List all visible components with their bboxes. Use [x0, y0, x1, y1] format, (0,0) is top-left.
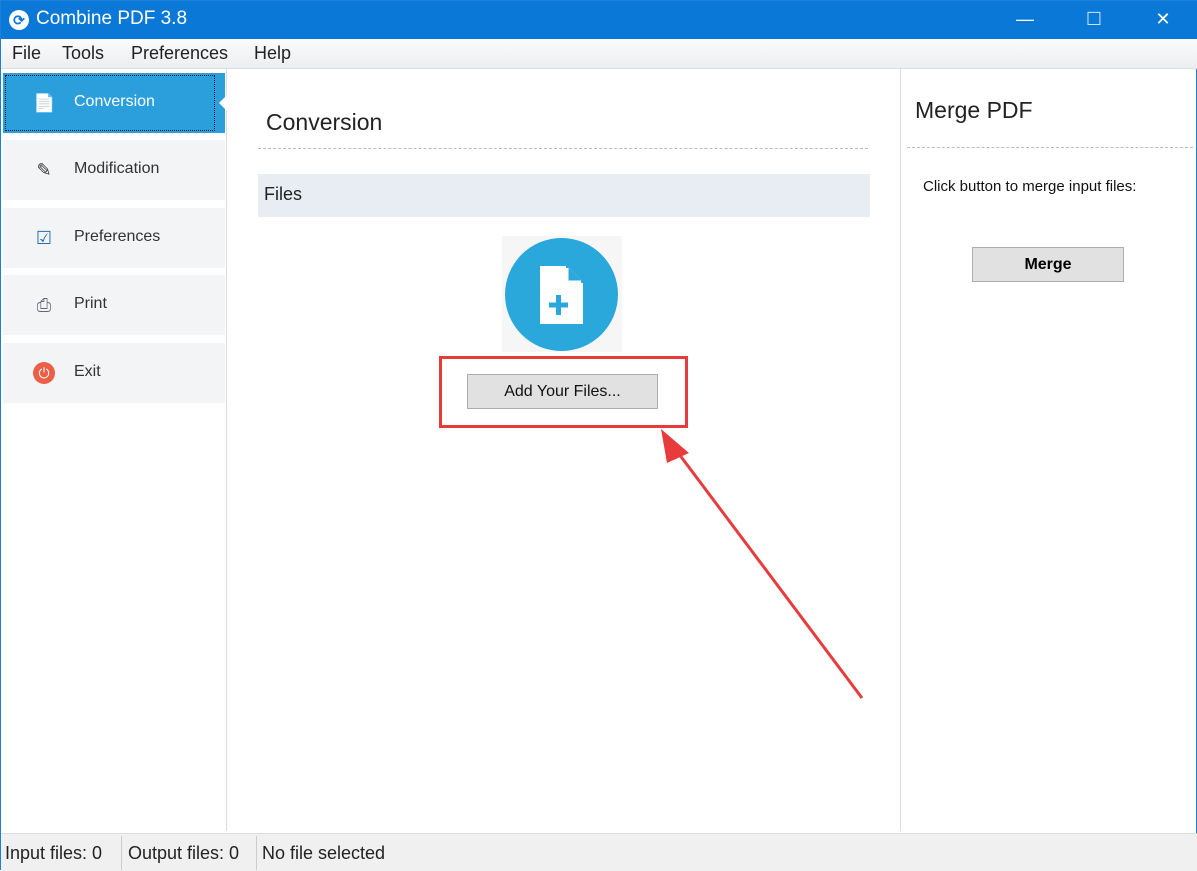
selection-status: No file selected	[262, 843, 386, 863]
output-files-count: Output files: 0	[128, 843, 240, 863]
separator	[121, 836, 122, 870]
merge-instruction: Click button to merge input files:	[923, 178, 1137, 195]
divider	[907, 147, 1193, 148]
status-bar: Input files: 0 Output files: 0 No file s…	[1, 833, 1197, 871]
separator	[256, 836, 257, 870]
merge-panel: Merge PDF Click button to merge input fi…	[900, 69, 1197, 831]
merge-button[interactable]: Merge	[972, 247, 1124, 282]
input-files-count: Input files: 0	[5, 843, 103, 863]
merge-title: Merge PDF	[915, 97, 1033, 123]
